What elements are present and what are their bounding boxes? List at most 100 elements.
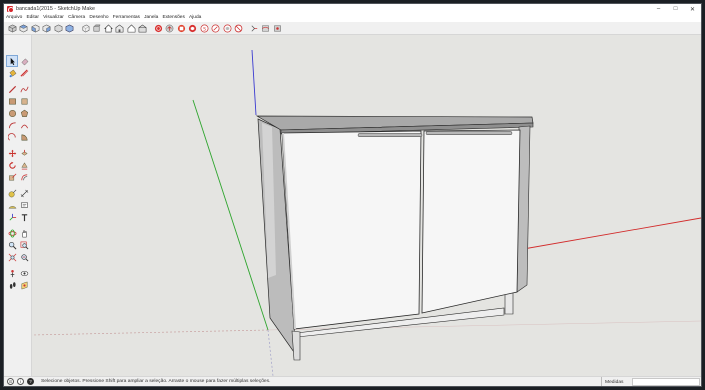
- measurements-input[interactable]: [632, 378, 700, 386]
- components-icon[interactable]: [188, 23, 198, 33]
- top-toolbar: S: [4, 22, 701, 35]
- measurements-label: Medidas: [601, 377, 624, 386]
- palette-row: [6, 55, 29, 67]
- geo-location-icon[interactable]: ⊙: [7, 378, 14, 385]
- palette-row: [7, 268, 29, 278]
- menu-extensoes[interactable]: Extensões: [162, 14, 184, 22]
- textured-style-icon[interactable]: [126, 23, 136, 33]
- left-door-handle: [357, 133, 423, 137]
- menu-bar: Arquivo Editar Visualizar Câmera Desenho…: [4, 14, 701, 22]
- scene-canvas[interactable]: [32, 35, 701, 376]
- menu-janela[interactable]: Janela: [144, 14, 158, 22]
- pan-icon[interactable]: [19, 228, 29, 238]
- iso-view-icon[interactable]: [7, 23, 17, 33]
- circle-icon[interactable]: [7, 108, 17, 118]
- cabinet-left-door[interactable]: [281, 130, 422, 330]
- menu-visualizar[interactable]: Visualizar: [43, 14, 64, 22]
- zoom-window-icon[interactable]: [19, 240, 29, 250]
- menu-ferramentas[interactable]: Ferramentas: [113, 14, 140, 22]
- monochrome-style-icon[interactable]: [138, 23, 148, 33]
- polygon-icon[interactable]: [19, 108, 29, 118]
- position-camera-icon[interactable]: [7, 268, 17, 278]
- wireframe-style-icon[interactable]: [92, 23, 102, 33]
- status-bar: ⊙ i ? Selecione objetos. Pressione Shift…: [4, 376, 701, 386]
- walk-icon[interactable]: [7, 280, 17, 290]
- layout-icon[interactable]: S: [199, 23, 209, 33]
- sketchup-logo-icon: [7, 6, 14, 13]
- cabinet-right-door[interactable]: [421, 129, 521, 314]
- pencil-line-icon[interactable]: [7, 84, 17, 94]
- palette-row: [7, 120, 29, 130]
- styles-icon[interactable]: [222, 23, 232, 33]
- tape-measure-tool-icon[interactable]: [7, 188, 17, 198]
- 3d-text-icon[interactable]: [19, 212, 29, 222]
- eraser-icon[interactable]: [19, 56, 29, 66]
- back-view-icon[interactable]: [53, 23, 63, 33]
- protractor-icon[interactable]: [7, 200, 17, 210]
- palette-row: [7, 96, 29, 106]
- freehand-icon[interactable]: [19, 84, 29, 94]
- menu-editar[interactable]: Editar: [26, 14, 39, 22]
- palette-row: [7, 108, 29, 118]
- palette-row: [7, 240, 29, 250]
- menu-arquivo[interactable]: Arquivo: [6, 14, 22, 22]
- drape-icon[interactable]: [272, 23, 282, 33]
- rotate-icon[interactable]: [7, 160, 17, 170]
- close-button[interactable]: ✕: [684, 4, 701, 14]
- top-view-icon[interactable]: [19, 23, 29, 33]
- zoom-extents-icon[interactable]: [7, 252, 17, 262]
- shaded-style-icon[interactable]: [115, 23, 125, 33]
- move-icon[interactable]: [7, 148, 17, 158]
- rotated-rectangle-icon[interactable]: [19, 96, 29, 106]
- rectangle-icon[interactable]: [7, 96, 17, 106]
- credits-icon[interactable]: i: [17, 378, 24, 385]
- select-arrow-icon[interactable]: [6, 55, 18, 67]
- axes-icon[interactable]: [7, 212, 17, 222]
- right-view-icon[interactable]: [42, 23, 52, 33]
- paint-bucket-icon[interactable]: [7, 68, 17, 78]
- minimize-button[interactable]: –: [650, 4, 667, 14]
- text-icon[interactable]: [19, 200, 29, 210]
- blue-axis-negative: [267, 329, 274, 376]
- xray-style-icon[interactable]: [80, 23, 90, 33]
- two-point-arc-icon[interactable]: [19, 120, 29, 130]
- sandbox-icon[interactable]: [249, 23, 259, 33]
- pie-icon[interactable]: [19, 132, 29, 142]
- right-door-handle: [425, 131, 513, 135]
- ruby-icon[interactable]: [211, 23, 221, 33]
- tape-measure-icon[interactable]: [19, 68, 29, 78]
- svg-text:S: S: [203, 26, 206, 32]
- menu-camera[interactable]: Câmera: [68, 14, 85, 22]
- maximize-button[interactable]: □: [667, 4, 684, 14]
- orbit-icon[interactable]: [7, 228, 17, 238]
- warehouse-icon[interactable]: [153, 23, 163, 33]
- hidden-line-style-icon[interactable]: [103, 23, 113, 33]
- dimension-icon[interactable]: [19, 188, 29, 198]
- menu-ajuda[interactable]: Ajuda: [189, 14, 201, 22]
- share-model-icon[interactable]: [165, 23, 175, 33]
- drawing-viewport[interactable]: [32, 35, 701, 376]
- palette-row: [7, 132, 29, 142]
- section-plane-icon[interactable]: [19, 280, 29, 290]
- scale-icon[interactable]: [7, 172, 17, 182]
- status-message: Selecione objetos. Pressione Shift para …: [41, 379, 271, 384]
- arc-icon[interactable]: [7, 120, 17, 130]
- palette-row: [7, 172, 29, 182]
- left-view-icon[interactable]: [65, 23, 75, 33]
- front-view-icon[interactable]: [30, 23, 40, 33]
- no-entry-icon[interactable]: [234, 23, 244, 33]
- tool-palette: [4, 35, 32, 376]
- follow-me-icon[interactable]: [19, 160, 29, 170]
- zoom-icon[interactable]: [7, 240, 17, 250]
- extension-warehouse-icon[interactable]: [176, 23, 186, 33]
- offset-icon[interactable]: [19, 172, 29, 182]
- push-pull-icon[interactable]: [19, 148, 29, 158]
- help-icon[interactable]: ?: [27, 378, 34, 385]
- palette-row: [7, 160, 29, 170]
- look-around-icon[interactable]: [19, 268, 29, 278]
- title-bar: bancada1(2015 - SketchUp Make – □ ✕: [4, 4, 701, 14]
- previous-view-icon[interactable]: [19, 252, 29, 262]
- smoove-icon[interactable]: [261, 23, 271, 33]
- three-point-arc-icon[interactable]: [7, 132, 17, 142]
- menu-desenho[interactable]: Desenho: [89, 14, 108, 22]
